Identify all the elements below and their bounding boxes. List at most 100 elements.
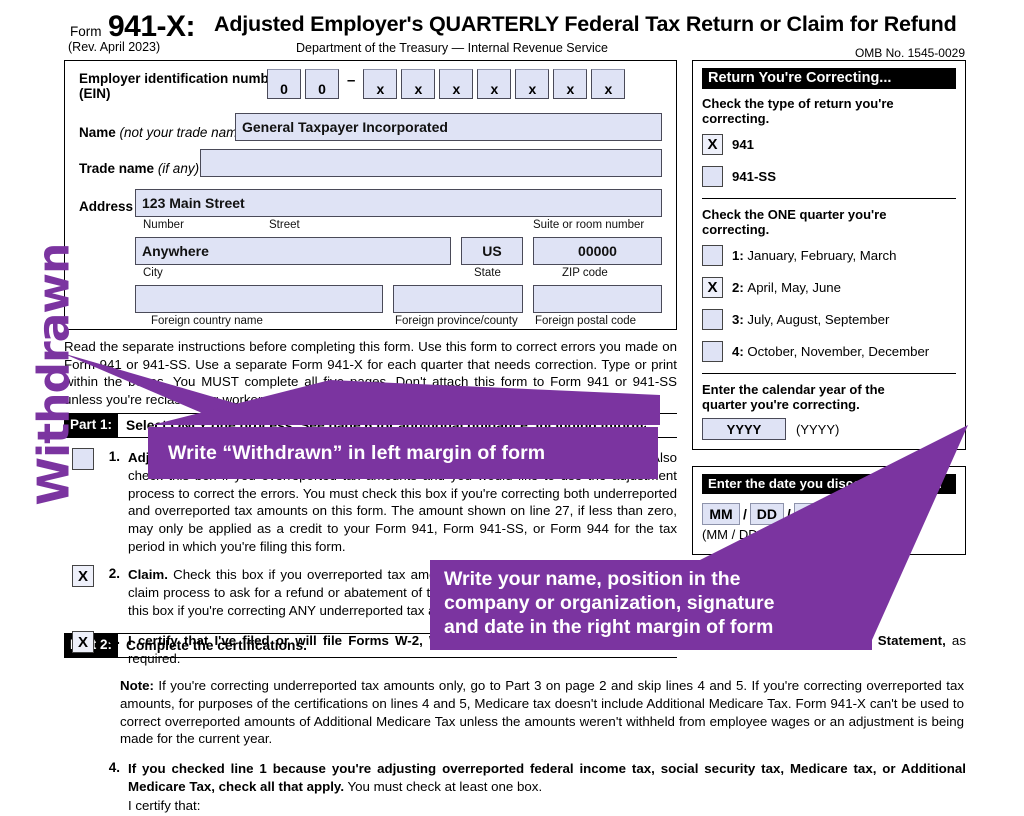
callout-right-line-1: Write your name, position in the <box>444 568 741 590</box>
quarter-3-number: 3: <box>732 312 744 327</box>
callout-right-line-2: company or organization, signature <box>444 591 775 614</box>
calendar-year-row: YYYY (YYYY) <box>702 418 956 440</box>
calendar-year-question: Enter the calendar year of the quarter y… <box>702 382 885 412</box>
discovered-date-year-input[interactable]: YYYY <box>793 503 846 525</box>
return-correcting-panel: Return You're Correcting... Check the ty… <box>692 60 966 450</box>
address-suite-sublabel: Suite or room number <box>533 219 645 231</box>
part2-item-4: 4. If you checked line 1 because you're … <box>64 758 966 815</box>
form-masthead: Form 941-X: (Rev. April 2023) Adjusted E… <box>64 8 966 60</box>
quarter-option-2[interactable]: X 2: April, May, June <box>702 277 956 298</box>
trade-name-label: Trade name (if any) <box>79 161 200 176</box>
address-street-sublabel: Street <box>269 219 300 231</box>
part2-content: X 3. I certify that I've filed or will f… <box>64 630 966 815</box>
return-type-941-checkbox[interactable]: X <box>702 134 723 155</box>
ein-digit-5[interactable]: x <box>439 69 474 99</box>
calendar-year-hint: (YYYY) <box>796 421 840 437</box>
callout-right-line-3: and date in the right margin of form <box>444 615 774 638</box>
ein-digit-6[interactable]: x <box>477 69 512 99</box>
ein-digit-4[interactable]: x <box>401 69 436 99</box>
zip-input[interactable]: 00000 <box>533 237 662 265</box>
quarter-2-months: April, May, June <box>747 280 841 295</box>
omb-number: OMB No. 1545-0029 <box>854 46 965 60</box>
screenshot-canvas: Form 941-X: (Rev. April 2023) Adjusted E… <box>0 0 1024 813</box>
part2-note: Note: If you're correcting underreported… <box>120 677 964 748</box>
quarter-3-months: July, August, September <box>747 312 890 327</box>
form-number: 941-X: <box>108 10 196 43</box>
form-revision: (Rev. April 2023) <box>68 40 161 54</box>
address-input[interactable]: 123 Main Street <box>135 189 662 217</box>
foreign-postal-input[interactable] <box>533 285 662 313</box>
quarter-4-months: October, November, December <box>747 344 930 359</box>
ein-digit-7[interactable]: x <box>515 69 550 99</box>
part2-item-4-lead: If you checked line 1 because you're adj… <box>128 761 966 794</box>
foreign-postal-sublabel: Foreign postal code <box>535 315 637 327</box>
ein-digit-8[interactable]: x <box>553 69 588 99</box>
part2-checkbox-3[interactable]: X <box>72 631 94 653</box>
discovered-date-day-input[interactable]: DD <box>749 503 784 525</box>
return-type-941ss-checkbox[interactable] <box>702 166 723 187</box>
address-label: Address <box>79 199 134 214</box>
quarter-1-checkbox[interactable] <box>702 245 723 266</box>
callout-left-margin: Write “Withdrawn” in left margin of form <box>148 427 658 479</box>
part2-item-3-number: 3. <box>108 632 120 647</box>
part1-item-2-number: 2. <box>108 566 120 582</box>
ein-input-group[interactable]: 0 0 – x x x x x x x <box>267 69 626 99</box>
date-separator-2: / <box>786 506 791 522</box>
part2-item-4-number: 4. <box>108 760 120 776</box>
quarter-1-months: January, February, March <box>747 248 897 263</box>
quarter-4-label: 4: October, November, December <box>732 344 929 359</box>
part1-item-1-number: 1. <box>108 449 120 465</box>
discovered-date-hint: (MM / DD / YYYY) <box>702 527 808 542</box>
quarter-question: Check the ONE quarter you're correcting. <box>702 207 887 237</box>
quarter-2-checkbox[interactable]: X <box>702 277 723 298</box>
part1-checkbox-2[interactable]: X <box>72 565 94 588</box>
discovered-date-inputs[interactable]: MM / DD / YYYY <box>702 503 956 525</box>
ein-digit-3[interactable]: x <box>363 69 398 99</box>
quarter-option-1[interactable]: 1: January, February, March <box>702 245 956 266</box>
form-instructions-paragraph: Read the separate instructions before co… <box>64 339 677 407</box>
part2-item-4-body: You must check at least one box. <box>344 778 543 794</box>
part2-note-lead: Note: <box>120 678 154 694</box>
part2-item-4-text: If you checked line 1 because you're adj… <box>128 758 966 815</box>
part1-item-2-lead: Claim. <box>128 567 168 583</box>
return-type-941[interactable]: X 941 <box>702 134 956 155</box>
foreign-province-input[interactable] <box>393 285 523 313</box>
return-type-941ss-label: 941-SS <box>732 169 776 184</box>
city-sublabel: City <box>143 267 163 279</box>
return-type-941-label: 941 <box>732 137 755 152</box>
part2-item-4-tail: I certify that: <box>128 798 201 814</box>
discovered-date-month-input[interactable]: MM <box>702 503 740 525</box>
ein-digit-2[interactable]: 0 <box>305 69 339 99</box>
calendar-year-input[interactable]: YYYY <box>702 418 786 440</box>
return-type-question: Check the type of return you're correcti… <box>702 96 894 126</box>
zip-sublabel: ZIP code <box>562 267 608 279</box>
return-type-941ss[interactable]: 941-SS <box>702 166 956 187</box>
ein-digit-1[interactable]: 0 <box>267 69 301 99</box>
trade-name-input[interactable] <box>200 149 662 177</box>
date-separator-1: / <box>743 506 747 522</box>
quarter-2-label: 2: April, May, June <box>732 280 841 295</box>
quarter-3-checkbox[interactable] <box>702 309 723 330</box>
quarter-4-number: 4: <box>732 344 744 359</box>
quarter-1-number: 1: <box>732 248 744 263</box>
return-correcting-header: Return You're Correcting... <box>702 68 956 89</box>
foreign-country-sublabel: Foreign country name <box>151 315 263 327</box>
form-right-column: Return You're Correcting... Check the ty… <box>692 60 966 555</box>
name-input[interactable]: General Taxpayer Incorporated <box>235 113 662 141</box>
callout-right-margin: Write your name, position in the company… <box>430 560 872 650</box>
state-input[interactable]: US <box>461 237 523 265</box>
quarter-option-3[interactable]: 3: July, August, September <box>702 309 956 330</box>
ein-dash: – <box>347 71 356 89</box>
callout-left-text: Write “Withdrawn” in left margin of form <box>168 441 546 464</box>
quarter-option-4[interactable]: 4: October, November, December <box>702 341 956 362</box>
address-number-sublabel: Number <box>143 219 184 231</box>
form-title: Adjusted Employer's QUARTERLY Federal Ta… <box>214 12 957 36</box>
ein-digit-9[interactable]: x <box>591 69 626 99</box>
quarter-2-number: 2: <box>732 280 744 295</box>
part2-note-body: If you're correcting underreported tax a… <box>120 678 964 747</box>
quarter-4-checkbox[interactable] <box>702 341 723 362</box>
foreign-country-input[interactable] <box>135 285 383 313</box>
city-input[interactable]: Anywhere <box>135 237 451 265</box>
discovered-date-panel: Enter the date you discovered errors. MM… <box>692 466 966 555</box>
panel-divider-1 <box>702 198 956 199</box>
